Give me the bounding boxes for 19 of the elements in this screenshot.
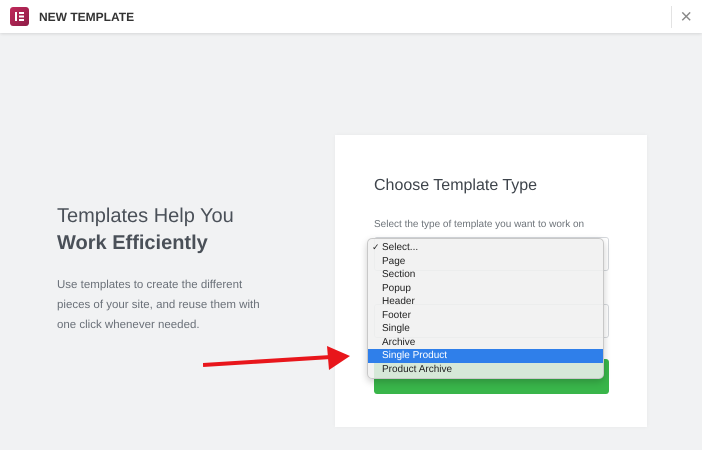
- checkmark-icon: ✓: [372, 241, 380, 254]
- dropdown-option[interactable]: Header: [368, 295, 603, 308]
- dropdown-option[interactable]: Archive: [368, 336, 603, 349]
- dropdown-option[interactable]: Section: [368, 268, 603, 282]
- logo-icon: [10, 7, 29, 26]
- dropdown-option[interactable]: Page: [368, 254, 603, 268]
- intro-text: Use templates to create the different pieces of your site, and reuse them with one click whenever needed.: [57, 278, 261, 333]
- intro-subtitle: Work Efficiently: [57, 232, 209, 255]
- dropdown-option[interactable]: ✓ Select...: [368, 241, 603, 254]
- dropdown-option[interactable]: Single: [368, 322, 603, 336]
- intro-title: Templates Help You: [57, 205, 235, 228]
- form-title: Choose Template Type: [374, 177, 538, 195]
- dropdown-option[interactable]: Product Archive: [368, 362, 603, 376]
- window-title: NEW TEMPLATE: [39, 10, 136, 24]
- dropdown-option[interactable]: Popup: [368, 282, 603, 295]
- dropdown-option[interactable]: Single Product: [368, 349, 603, 362]
- dropdown-option[interactable]: Footer: [368, 308, 603, 322]
- field-label: Select the type of template you want to work on: [374, 219, 586, 230]
- close-button[interactable]: ×: [680, 6, 692, 26]
